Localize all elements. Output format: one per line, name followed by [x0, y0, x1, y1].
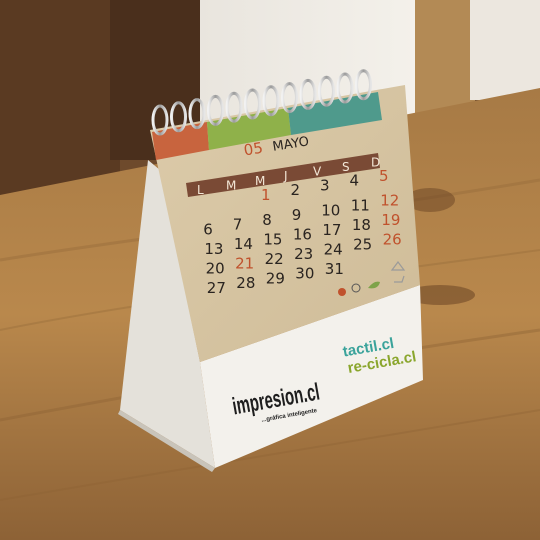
weekday-label: S — [342, 160, 350, 174]
day-number: 13 — [204, 240, 223, 258]
day-number: 11 — [351, 197, 370, 215]
photo-scene: 05 MAYO LMMJVSD 1 2 3 4 56 7 8 9 10 11 1213 14 15 16 1… — [0, 0, 540, 540]
day-number: 18 — [352, 216, 371, 234]
red-dot-icon — [338, 288, 346, 296]
weekday-label: J — [283, 169, 288, 183]
day-number: 26 — [383, 231, 402, 249]
day-number: 29 — [266, 269, 285, 287]
day-number: 14 — [234, 235, 253, 253]
day-number: 21 — [235, 255, 254, 273]
month-number: 05 — [242, 139, 264, 160]
day-number: 30 — [295, 265, 314, 283]
day-number: 12 — [380, 192, 399, 210]
day-number: 25 — [353, 236, 372, 254]
day-number: 6 — [203, 221, 213, 239]
day-number: 22 — [265, 250, 284, 268]
day-number: 7 — [233, 216, 243, 234]
day-number: 24 — [324, 240, 343, 258]
day-number: 5 — [379, 167, 389, 185]
day-number: 28 — [236, 274, 255, 292]
weekday-label: L — [197, 183, 204, 197]
day-number: 19 — [381, 211, 400, 229]
day-number: 4 — [350, 172, 360, 190]
day-number: 16 — [293, 226, 312, 244]
day-number: 17 — [322, 221, 341, 239]
weekday-label: M — [226, 178, 236, 192]
day-number: 23 — [294, 245, 313, 263]
day-number: 20 — [206, 260, 225, 278]
day-number: 2 — [291, 181, 301, 199]
day-number: 9 — [292, 206, 302, 224]
day-number: 3 — [320, 176, 330, 194]
day-number: 8 — [262, 211, 272, 229]
day-number: 10 — [321, 201, 340, 219]
day-number: 15 — [263, 230, 282, 248]
day-number: 31 — [325, 260, 344, 278]
day-number: 1 — [261, 186, 271, 204]
day-number: 27 — [207, 279, 226, 297]
